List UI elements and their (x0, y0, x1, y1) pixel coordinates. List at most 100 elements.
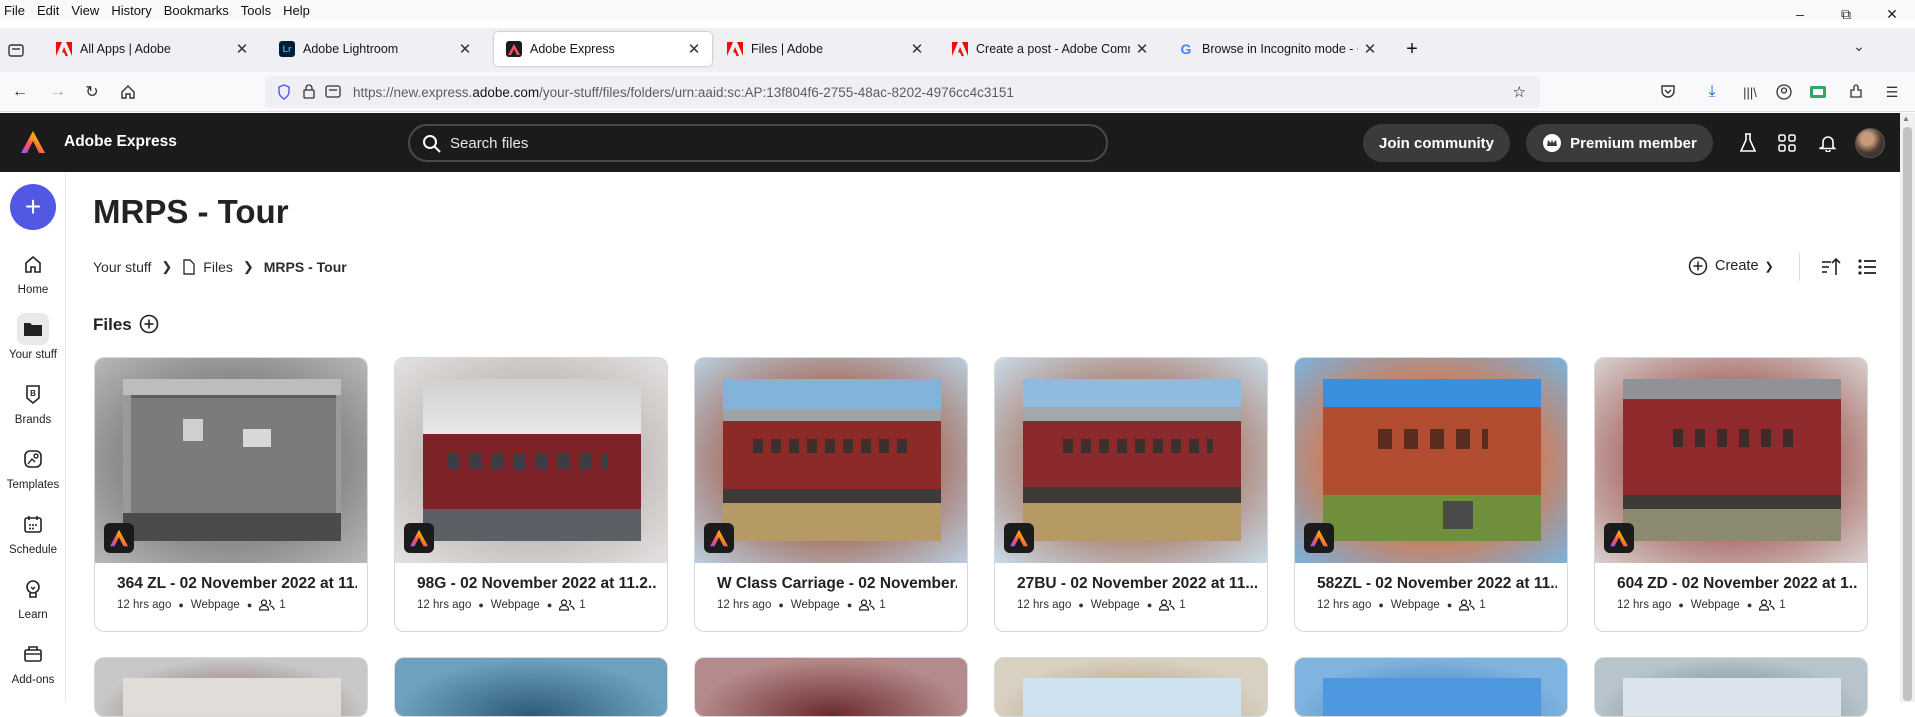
permissions-icon[interactable] (325, 84, 341, 104)
labs-flask-icon[interactable] (1736, 131, 1760, 155)
menu-history[interactable]: History (105, 3, 157, 18)
rail-item-add-ons[interactable]: Add-ons (0, 638, 66, 686)
file-card[interactable] (94, 657, 368, 717)
close-window-icon[interactable]: ✕ (1869, 0, 1915, 28)
url-bar[interactable]: https://new.express.adobe.com/your-stuff… (265, 76, 1540, 108)
premium-member-button[interactable]: Premium member (1526, 124, 1713, 162)
collaborator-count: 1 (279, 599, 286, 611)
menu-edit[interactable]: Edit (31, 3, 65, 18)
rail-label: Home (17, 284, 49, 296)
pocket-icon[interactable] (1656, 80, 1680, 104)
search-input[interactable] (450, 132, 1050, 154)
close-tab-icon[interactable]: ✕ (453, 37, 477, 61)
file-card[interactable] (394, 657, 668, 717)
file-time: 12 hrs ago (1017, 599, 1072, 611)
tab-manager-icon[interactable] (6, 40, 26, 60)
create-new-button[interactable]: + (10, 184, 56, 230)
rail-item-home[interactable]: Home (0, 248, 66, 296)
scrollbar-thumb[interactable] (1903, 127, 1912, 701)
apps-grid-icon[interactable] (1775, 131, 1799, 155)
menu-tools[interactable]: Tools (235, 3, 277, 18)
library-icon[interactable]: |||\ (1738, 80, 1762, 104)
tab-lightroom[interactable]: Lr Adobe Lightroom ✕ (267, 32, 483, 66)
notifications-bell-icon[interactable] (1816, 131, 1840, 155)
page-scrollbar[interactable]: ▲ (1900, 113, 1915, 702)
home-icon[interactable] (116, 80, 140, 104)
tab-label: Browse in Incognito mode - Co (1202, 42, 1358, 56)
rail-item-learn[interactable]: Learn (0, 573, 66, 621)
breadcrumb-your-stuff[interactable]: Your stuff (93, 259, 151, 275)
file-card[interactable] (1294, 657, 1568, 717)
templates-icon (17, 443, 49, 475)
file-card[interactable]: W Class Carriage - 02 November... 12 hrs… (694, 357, 968, 632)
lock-icon[interactable] (303, 84, 315, 104)
close-tab-icon[interactable]: ✕ (1358, 37, 1382, 61)
brand-name[interactable]: Adobe Express (64, 133, 177, 151)
scroll-up-icon[interactable]: ▲ (1902, 114, 1910, 123)
menu-bookmarks[interactable]: Bookmarks (158, 3, 235, 18)
extensions-puzzle-icon[interactable] (1844, 80, 1868, 104)
file-card[interactable] (994, 657, 1268, 717)
bookmark-star-icon[interactable]: ☆ (1513, 83, 1526, 101)
reload-icon[interactable]: ↻ (80, 80, 104, 104)
rail-item-your-stuff[interactable]: Your stuff (0, 313, 66, 361)
close-tab-icon[interactable]: ✕ (682, 37, 706, 61)
tab-adobe-express[interactable]: Adobe Express ✕ (494, 32, 712, 66)
thumbnail-image (1323, 379, 1541, 541)
adobe-express-badge-icon (704, 523, 734, 553)
rail-item-brands[interactable]: B Brands (0, 378, 66, 426)
avatar[interactable] (1855, 128, 1885, 158)
rail-item-schedule[interactable]: Schedule (0, 508, 66, 556)
list-tabs-icon[interactable]: ⌄ (1853, 38, 1865, 55)
close-tab-icon[interactable]: ✕ (230, 37, 254, 61)
shield-icon[interactable] (277, 84, 291, 105)
forward-icon[interactable]: → (46, 80, 70, 104)
file-card[interactable] (694, 657, 968, 717)
file-card[interactable]: 582ZL - 02 November 2022 at 11.... 12 hr… (1294, 357, 1568, 632)
create-dropdown-button[interactable]: Create ❯ (1688, 256, 1774, 276)
join-community-button[interactable]: Join community (1363, 124, 1510, 162)
file-time: 12 hrs ago (117, 599, 172, 611)
file-card[interactable]: 604 ZD - 02 November 2022 at 1... 12 hrs… (1594, 357, 1868, 632)
file-title: 98G - 02 November 2022 at 11.2... (417, 575, 657, 592)
file-type: Webpage (1390, 599, 1440, 611)
file-meta: 12 hrs ago ● Webpage ● 1 (717, 599, 886, 611)
file-card[interactable]: 98G - 02 November 2022 at 11.2... 12 hrs… (394, 357, 668, 632)
premium-label: Premium member (1570, 134, 1697, 152)
menu-view[interactable]: View (65, 3, 105, 18)
adobe-express-logo[interactable] (20, 130, 46, 154)
file-card[interactable]: 27BU - 02 November 2022 at 11.... 12 hrs… (994, 357, 1268, 632)
rail-label: Templates (6, 479, 60, 491)
tab-files-adobe[interactable]: Files | Adobe ✕ (715, 32, 935, 66)
file-type: Webpage (190, 599, 240, 611)
app-header: Adobe Express Join community Premium mem… (0, 113, 1900, 172)
rail-item-templates[interactable]: Templates (0, 443, 66, 491)
tab-incognito[interactable]: G Browse in Incognito mode - Co ✕ (1166, 32, 1388, 66)
breadcrumb-files[interactable]: Files (203, 259, 233, 275)
new-tab-icon[interactable]: + (1398, 32, 1426, 66)
account-icon[interactable] (1772, 80, 1796, 104)
navigation-bar: ← → ↻ https://new.express.adobe.com/your… (0, 72, 1915, 112)
file-card[interactable]: 364 ZL - 02 November 2022 at 11... 12 hr… (94, 357, 368, 632)
rail-label: Your stuff (9, 349, 57, 361)
close-tab-icon[interactable]: ✕ (905, 37, 929, 61)
menu-help[interactable]: Help (277, 3, 316, 18)
collaborator-count: 1 (1179, 599, 1186, 611)
file-card[interactable] (1594, 657, 1868, 717)
restore-icon[interactable]: ⧉ (1823, 0, 1869, 28)
menu-file[interactable]: File (0, 3, 31, 18)
tab-create-post[interactable]: Create a post - Adobe Commun ✕ (940, 32, 1160, 66)
google-icon: G (1180, 41, 1192, 57)
downloads-icon[interactable]: ⤓ (1700, 80, 1724, 104)
list-view-icon[interactable] (1857, 257, 1877, 282)
add-file-icon[interactable] (139, 314, 159, 334)
file-type: Webpage (790, 599, 840, 611)
extension-icon[interactable] (1806, 80, 1830, 104)
tab-all-apps[interactable]: All Apps | Adobe ✕ (44, 32, 260, 66)
back-icon[interactable]: ← (8, 80, 32, 104)
minimize-icon[interactable]: – (1777, 0, 1823, 28)
sort-icon[interactable] (1820, 257, 1842, 282)
search-box[interactable] (408, 124, 1108, 162)
close-tab-icon[interactable]: ✕ (1130, 37, 1154, 61)
menu-hamburger-icon[interactable]: ☰ (1880, 80, 1904, 104)
